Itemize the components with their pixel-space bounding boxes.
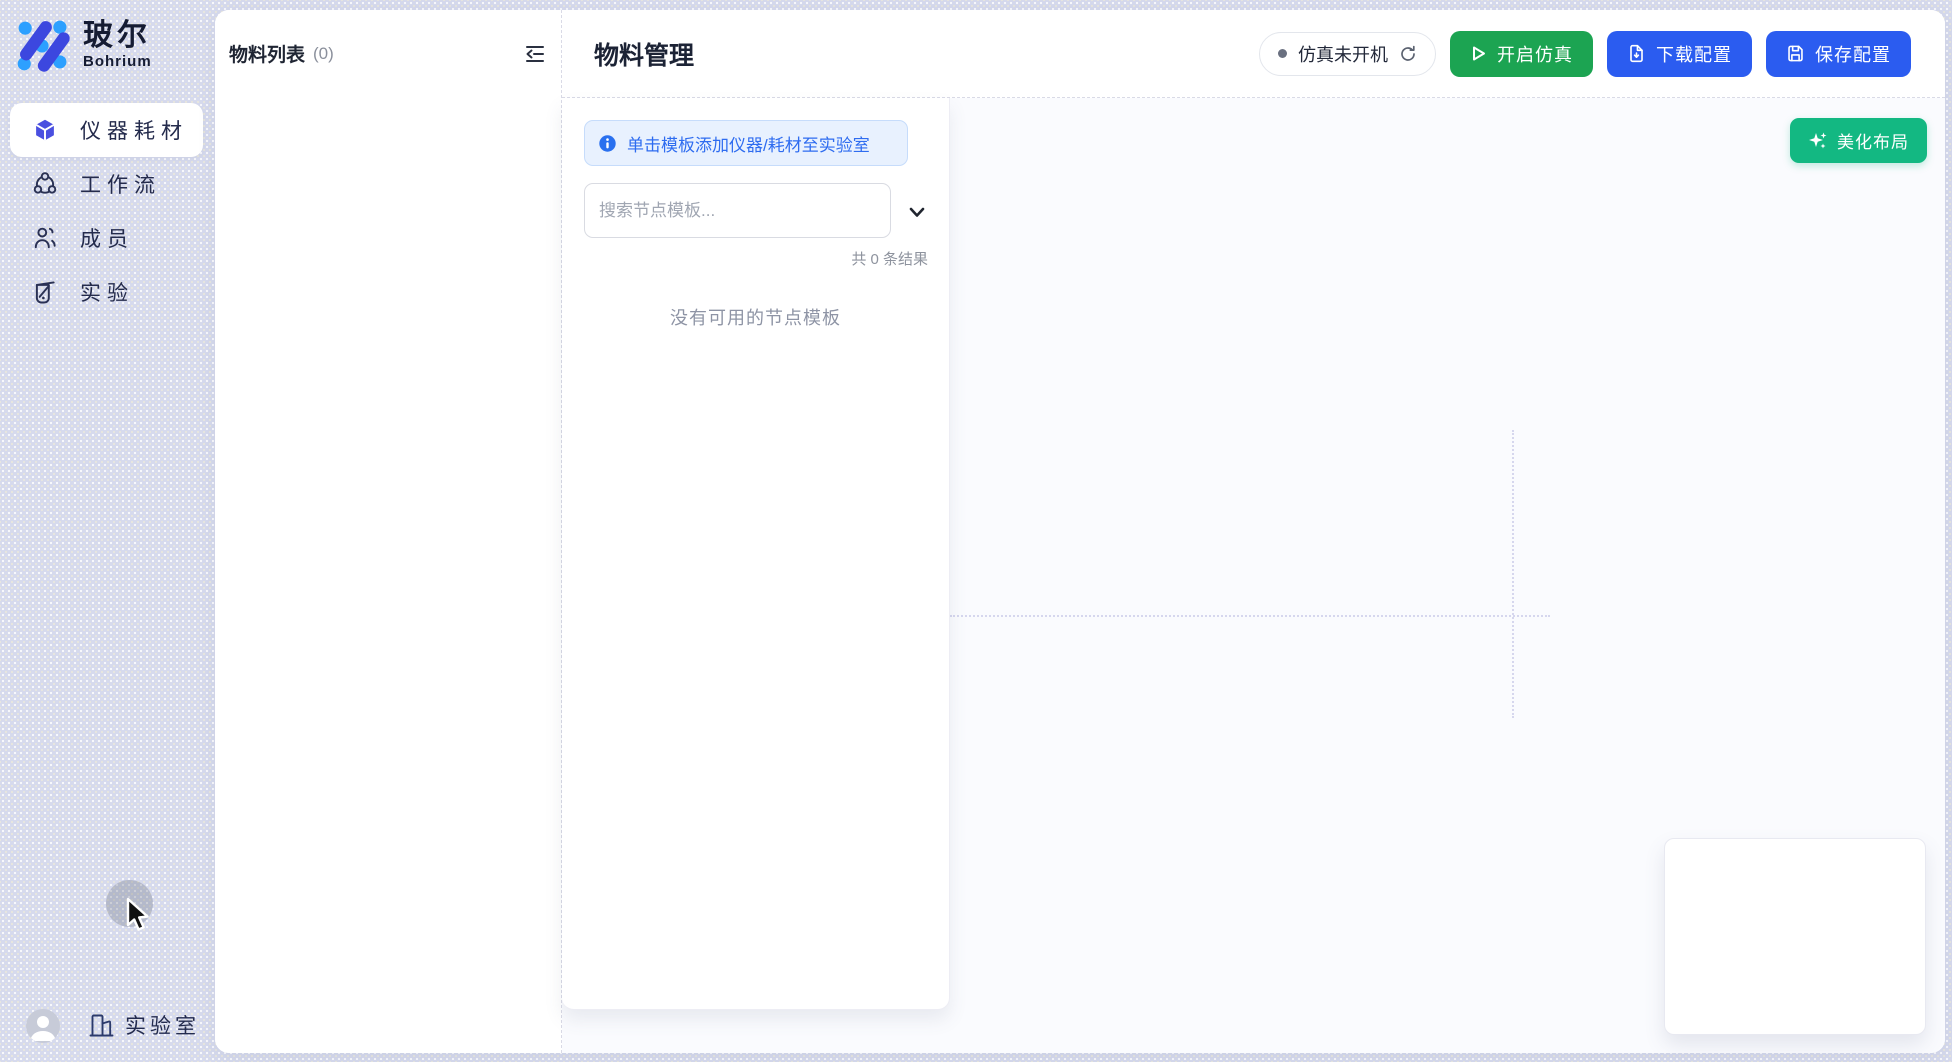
collapse-panel-icon[interactable]	[523, 42, 547, 66]
save-config-button[interactable]: 保存配置	[1766, 31, 1911, 77]
workflow-icon	[32, 171, 58, 197]
chevron-down-icon[interactable]	[904, 199, 930, 225]
status-dot-icon	[1278, 49, 1287, 58]
brand-name-en: Bohrium	[83, 53, 152, 70]
empty-state-text: 没有可用的节点模板	[562, 304, 949, 330]
lab-label: 实验室	[125, 1010, 200, 1040]
node-template-panel: 单击模板添加仪器/耗材至实验室 共 0 条结果 没有可用的节点模板	[562, 98, 950, 1010]
brand-logo: 玻尔 Bohrium	[13, 15, 152, 75]
sidebar-item-label: 成员	[80, 223, 134, 253]
save-icon	[1786, 44, 1805, 63]
sidebar-item-label: 工作流	[80, 169, 161, 199]
result-count: 共 0 条结果	[562, 248, 928, 269]
canvas-guide-line-horizontal	[950, 615, 1550, 617]
canvas-guide-line-vertical	[1512, 430, 1514, 718]
flow-canvas[interactable]: 单击模板添加仪器/耗材至实验室 共 0 条结果 没有可用的节点模板 美化布局	[562, 98, 1945, 1053]
simulation-status-text: 仿真未开机	[1298, 41, 1388, 67]
brand-name-zh: 玻尔	[83, 19, 152, 53]
minimap[interactable]	[1664, 838, 1926, 1035]
bohrium-logo-icon	[13, 15, 73, 75]
sparkles-icon	[1808, 131, 1828, 151]
download-config-button[interactable]: 下载配置	[1607, 31, 1752, 77]
sidebar-item-instruments[interactable]: 仪器耗材	[10, 103, 203, 157]
material-list-panel: 物料列表 (0)	[215, 10, 562, 1053]
main-area: 物料管理 仿真未开机 开启仿真	[562, 10, 1945, 1053]
avatar-person-icon	[26, 1009, 60, 1043]
refresh-icon[interactable]	[1399, 45, 1417, 63]
test-tube-icon	[32, 279, 58, 305]
content-sheet: 物料列表 (0) 物料管理 仿真未开机	[215, 10, 1945, 1053]
sidebar-item-workflow[interactable]: 工作流	[10, 157, 203, 211]
material-list-title: 物料列表	[229, 40, 305, 67]
beautify-layout-button[interactable]: 美化布局	[1790, 118, 1927, 163]
lab-link[interactable]: 实验室	[88, 1010, 200, 1040]
simulation-status[interactable]: 仿真未开机	[1259, 32, 1436, 76]
main-header: 物料管理 仿真未开机 开启仿真	[562, 10, 1945, 98]
cube-icon	[32, 117, 58, 143]
building-icon	[88, 1012, 115, 1039]
mouse-cursor	[124, 897, 154, 935]
file-download-icon	[1627, 44, 1646, 63]
start-simulation-button[interactable]: 开启仿真	[1450, 31, 1593, 77]
hint-banner: 单击模板添加仪器/耗材至实验室	[584, 120, 908, 166]
user-avatar[interactable]	[26, 1009, 60, 1043]
members-icon	[32, 225, 58, 251]
sidebar-item-experiments[interactable]: 实验	[10, 265, 203, 319]
sidebar-menu: 仪器耗材 工作流 成员	[10, 103, 203, 319]
material-list-count: (0)	[313, 44, 334, 64]
sidebar-item-label: 实验	[80, 277, 134, 307]
page-title: 物料管理	[594, 36, 694, 72]
play-icon	[1470, 45, 1487, 62]
sidebar-item-label: 仪器耗材	[80, 115, 188, 145]
search-input[interactable]	[584, 183, 891, 238]
hint-text: 单击模板添加仪器/耗材至实验室	[627, 131, 870, 156]
sidebar-item-members[interactable]: 成员	[10, 211, 203, 265]
info-icon	[598, 134, 617, 153]
